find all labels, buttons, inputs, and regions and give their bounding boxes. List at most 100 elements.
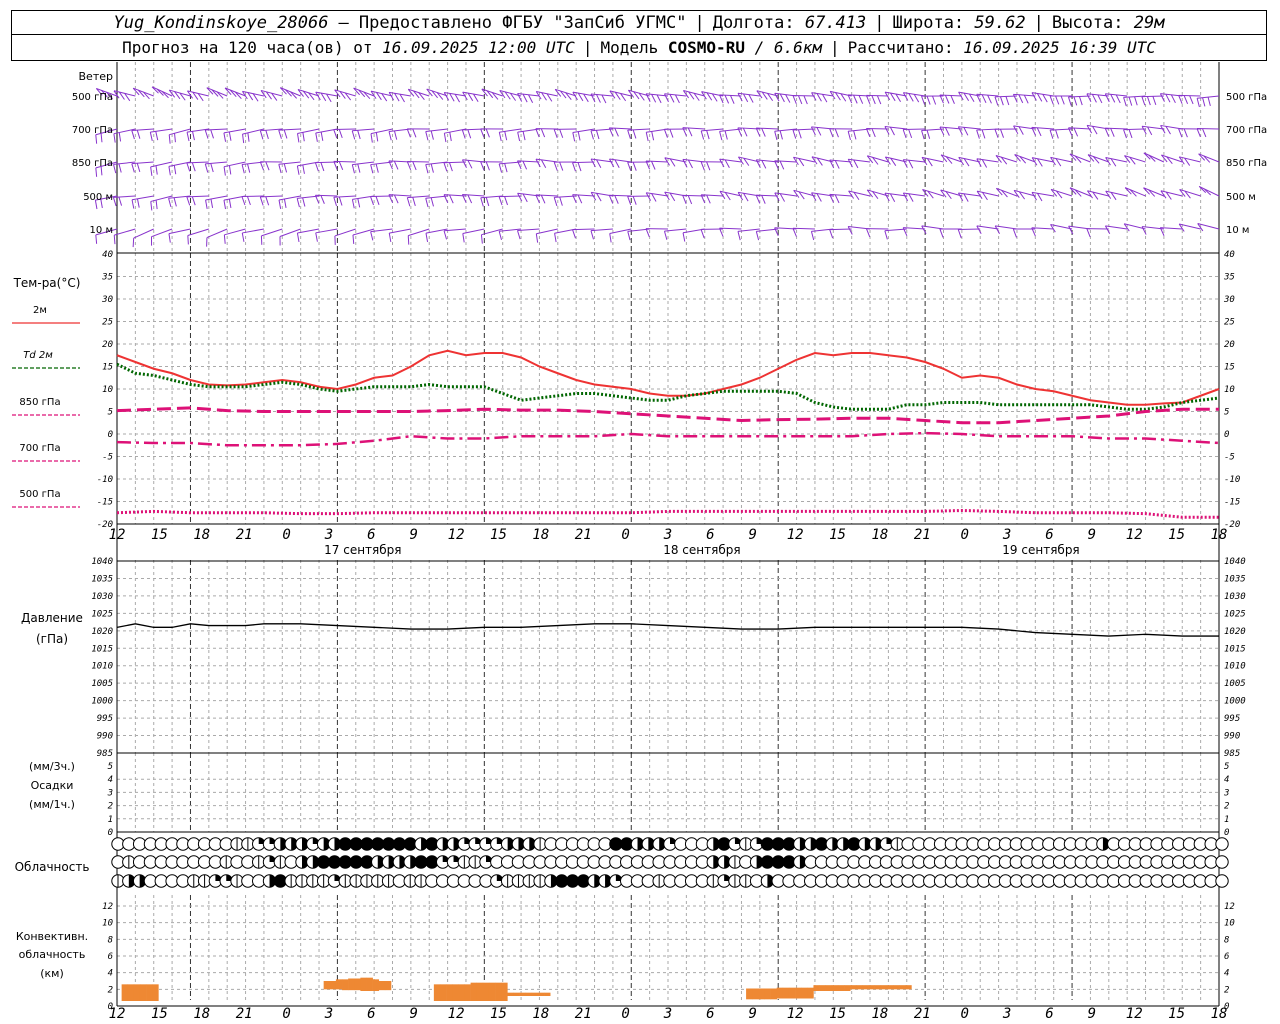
wind-barb-feather	[259, 130, 264, 140]
meteogram-chart: 40 4035 3530 3025 2520 2015 1510 105 50 0-5 -5-10-…	[12, 62, 1267, 1022]
wind-barb-feather	[1178, 95, 1183, 104]
temp-tick-left: 15	[102, 363, 113, 373]
wind-barb-feather	[743, 93, 749, 103]
wind-barb-feather	[632, 129, 637, 139]
conv-cloud-bar	[819, 985, 826, 991]
wind-barb-feather	[926, 129, 931, 139]
hour-tick-label: 3	[1002, 1006, 1011, 1022]
wind-barb-feather	[908, 93, 914, 102]
wind-barb-feather	[131, 130, 135, 140]
wind-barb-feather	[950, 95, 955, 104]
wind-barb-feather	[1170, 94, 1176, 104]
temp-tick-right: 5	[1224, 408, 1229, 418]
conv-unit: (км)	[40, 967, 64, 980]
wind-barb-feather	[1115, 94, 1121, 104]
wind-barb-feather	[443, 230, 448, 240]
wind-barb-feather	[241, 164, 245, 174]
hour-tick-label: 18	[193, 527, 210, 543]
precip-title: Осадки	[31, 779, 74, 792]
conv-cloud-bar	[801, 987, 808, 999]
conv-cloud-bar	[770, 988, 777, 1000]
wind-barb-feather	[1128, 96, 1133, 106]
wind-barb-feather	[981, 129, 986, 139]
conv-cloud-bar	[874, 985, 882, 990]
temp-tick-left: -10	[97, 475, 113, 485]
conv-cloud-bar	[880, 985, 888, 990]
wind-barb-feather	[1036, 93, 1043, 102]
conv-cloud-bar	[788, 987, 796, 999]
wind-barb-feather	[210, 163, 214, 173]
wind-barb-feather	[406, 128, 411, 138]
wind-level-left: 500 гПа	[72, 92, 113, 103]
hour-tick-label: 0	[621, 527, 629, 543]
wind-barb-feather	[485, 128, 490, 138]
conv-cloud-bar	[495, 982, 502, 1001]
wind-barb-feather	[737, 231, 741, 241]
convective-cloud-bars	[121, 977, 912, 1001]
wind-barb-feather	[1000, 96, 1004, 106]
precip-unit-1h: (мм/1ч.)	[29, 798, 75, 811]
wind-barb-feather	[480, 128, 485, 138]
conv-cloud-bar	[464, 984, 471, 1001]
wind-level-right: 500 гПа	[1226, 92, 1267, 103]
wind-barb	[903, 128, 926, 131]
wind-barb-feather	[333, 129, 338, 139]
wind-barb-feather	[761, 195, 766, 204]
pressure-tick-left: 995	[97, 714, 113, 724]
wind-barb	[407, 160, 430, 163]
wind-barb-feather	[743, 193, 749, 202]
conv-cloud-bar	[746, 988, 753, 1000]
wind-barb	[499, 195, 522, 198]
wind-barb-feather	[669, 128, 674, 138]
wind-barb-feather	[994, 225, 1000, 234]
wind-barb-feather	[454, 94, 461, 103]
wind-barb-feather	[449, 194, 454, 204]
wind-barb-feather	[535, 128, 540, 138]
wind-barb-feather	[687, 195, 693, 205]
hour-tick-label: 12	[787, 527, 804, 543]
wind-barb-feather	[1073, 96, 1078, 106]
wind-barb-feather	[173, 165, 177, 175]
wind-barb-feather	[730, 95, 735, 104]
wind-barb-feather	[645, 132, 649, 142]
conv-cloud-bar	[458, 984, 465, 1001]
conv-cloud-bar	[354, 978, 361, 991]
temp-tick-left: 20	[102, 340, 113, 350]
precip-tick-left: 3	[107, 788, 113, 798]
wind-barb-feather	[663, 129, 668, 138]
wind-barb-feather	[761, 160, 767, 169]
wind-barb-feather	[1147, 126, 1153, 136]
wind-barb-feather	[168, 198, 172, 208]
conv-cloud-bar	[868, 985, 875, 990]
wind-barb-feather	[517, 132, 521, 142]
wind-barb-feather	[632, 162, 637, 171]
conv-cloud-bar	[378, 981, 386, 991]
wind-barb-feather	[627, 196, 632, 205]
wind-barb-feather	[706, 161, 711, 171]
wind-barb-feather	[297, 133, 300, 143]
wind-barb-feather	[674, 94, 680, 104]
temp-tick-left: 5	[108, 408, 113, 418]
precip-tick-right: 0	[1224, 828, 1229, 838]
pressure-tick-left: 1030	[91, 592, 113, 602]
wind-barb-feather	[761, 128, 766, 137]
wind-barb-feather	[1067, 96, 1072, 106]
wind-barb-feather	[627, 231, 631, 241]
wind-barb-feather	[228, 165, 232, 175]
temp-tick-right: 10	[1224, 385, 1235, 395]
wind-barb	[572, 161, 595, 164]
conv-cloud-bar	[439, 984, 447, 1001]
conv-cloud-bar	[795, 987, 802, 999]
wind-barb-feather	[320, 195, 325, 204]
wind-barb-feather	[320, 131, 324, 141]
wind-barb-feather	[541, 159, 547, 168]
temp-tick-right: 25	[1224, 318, 1235, 328]
wind-barb-feather	[247, 132, 250, 142]
conv-cloud-bar	[537, 992, 545, 996]
hour-tick-label: 3	[324, 527, 333, 543]
wind-barb-feather	[517, 230, 521, 240]
wind-barb-feather	[1110, 94, 1116, 103]
wind-barb-feather	[302, 132, 305, 142]
wind-barb-feather	[1049, 129, 1054, 139]
wind-barb-feather	[932, 95, 937, 105]
